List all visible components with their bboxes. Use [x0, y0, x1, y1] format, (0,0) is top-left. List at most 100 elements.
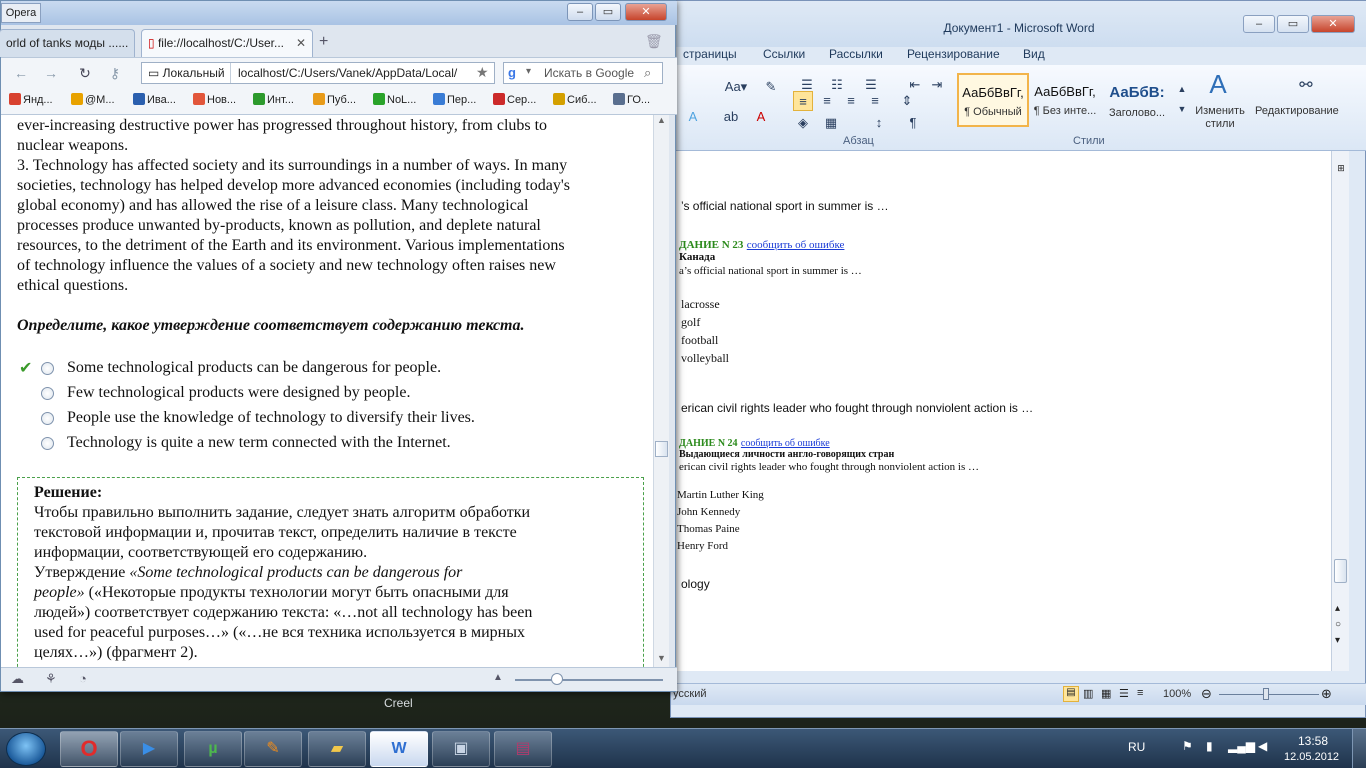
- taskbar-opera-icon[interactable]: O: [60, 731, 118, 767]
- zoom-out-icon[interactable]: ⊖: [1201, 686, 1212, 702]
- google-icon[interactable]: g: [508, 65, 516, 80]
- language-status[interactable]: усский: [673, 688, 706, 700]
- font-color-icon[interactable]: A: [751, 107, 771, 127]
- line-spacing-icon[interactable]: ⇕: [897, 91, 917, 111]
- search-engine-dropdown-icon[interactable]: ▾: [526, 66, 531, 77]
- desktop-icon-label[interactable]: Creel: [384, 696, 413, 710]
- turbo-icon[interactable]: ◔: [79, 671, 87, 686]
- answer-radio-1[interactable]: [41, 362, 54, 375]
- clock-date[interactable]: 12.05.2012: [1284, 751, 1339, 763]
- answer-radio-3[interactable]: [41, 412, 54, 425]
- ribbon-tab-mailings[interactable]: Рассылки: [829, 47, 883, 61]
- align-right-icon[interactable]: ≡: [841, 91, 861, 111]
- word-minimize-button[interactable]: –: [1243, 15, 1275, 33]
- bookmark-item[interactable]: Сер...: [493, 93, 536, 106]
- taskbar-word-icon[interactable]: W: [370, 731, 428, 767]
- change-case-icon[interactable]: Aa▾: [723, 77, 749, 97]
- taskbar-paint-icon[interactable]: ✎: [244, 731, 302, 767]
- outline-icon[interactable]: ☰: [1119, 687, 1129, 700]
- bookmark-item[interactable]: ГО...: [613, 93, 650, 106]
- align-center-icon[interactable]: ≡: [817, 91, 837, 111]
- shading-icon[interactable]: ◈: [793, 113, 813, 133]
- style-heading-1[interactable]: АаБбВ: Заголово...: [1101, 73, 1173, 127]
- forward-icon[interactable]: →: [41, 64, 61, 82]
- start-button[interactable]: [6, 732, 46, 766]
- next-page-icon[interactable]: ▾: [1335, 635, 1340, 646]
- print-layout-icon[interactable]: ▤: [1063, 686, 1079, 702]
- prev-page-icon[interactable]: ▴: [1335, 603, 1340, 614]
- change-styles-button[interactable]: Изменить стили: [1195, 105, 1245, 131]
- reload-icon[interactable]: ↻: [75, 64, 95, 82]
- editing-button[interactable]: Редактирование: [1255, 105, 1339, 117]
- word-vertical-scrollbar[interactable]: ⊞ ▴ ○ ▾: [1331, 151, 1349, 671]
- tray-network-icon[interactable]: ▂▄▆: [1228, 739, 1255, 753]
- change-styles-icon[interactable]: A: [1201, 69, 1235, 99]
- word-maximize-button[interactable]: ▭: [1277, 15, 1309, 33]
- style-no-spacing[interactable]: АаБбВвГг, ¶ Без инте...: [1029, 73, 1101, 127]
- text-effects-icon[interactable]: A: [683, 107, 703, 127]
- browse-object-icon[interactable]: ○: [1335, 619, 1341, 630]
- taskbar-winrar-icon[interactable]: ▤: [494, 731, 552, 767]
- styles-more-icon[interactable]: ▼: [1175, 99, 1189, 119]
- tray-flag-icon[interactable]: ⚑: [1182, 739, 1193, 753]
- zoom-slider-thumb[interactable]: [551, 673, 563, 685]
- bookmark-star-icon[interactable]: ★: [476, 64, 489, 81]
- scroll-down-icon[interactable]: ▼: [657, 653, 666, 663]
- ruler-toggle-icon[interactable]: ⊞: [1335, 163, 1347, 175]
- bookmark-item[interactable]: Нов...: [193, 93, 236, 106]
- key-icon[interactable]: ⚷: [105, 64, 125, 82]
- bookmark-item[interactable]: NoL...: [373, 93, 416, 106]
- zoom-slider-track[interactable]: [515, 679, 663, 681]
- opera-close-button[interactable]: ✕: [625, 3, 667, 21]
- styles-scroll-up-icon[interactable]: ▲: [1175, 79, 1189, 99]
- opera-unite-icon[interactable]: ☁: [11, 671, 24, 687]
- taskbar-utorrent-icon[interactable]: µ: [184, 731, 242, 767]
- ribbon-tab-review[interactable]: Рецензирование: [907, 47, 1000, 61]
- address-field[interactable]: ▭ Локальный localhost/C:/Users/Vanek/App…: [141, 62, 495, 84]
- word-document-page[interactable]: ’s official national sport in summer is …: [671, 151, 1331, 671]
- word-scroll-thumb[interactable]: [1334, 559, 1347, 583]
- tab-close-icon[interactable]: ✕: [296, 30, 306, 56]
- opera-menu-button[interactable]: Opera: [1, 3, 41, 23]
- address-url[interactable]: localhost/C:/Users/Vanek/AppData/Local/: [238, 66, 457, 80]
- view-options-icon[interactable]: ▲: [493, 672, 503, 683]
- borders-icon[interactable]: ▦: [821, 113, 841, 133]
- highlight-icon[interactable]: ab: [721, 107, 741, 127]
- sort-icon[interactable]: ↕: [869, 113, 889, 133]
- ribbon-tab-view[interactable]: Вид: [1023, 47, 1045, 61]
- bookmark-item[interactable]: Ива...: [133, 93, 176, 106]
- search-icon[interactable]: ⌕: [644, 65, 651, 81]
- zoom-slider-thumb[interactable]: [1263, 688, 1269, 700]
- align-left-icon[interactable]: ≡: [793, 91, 813, 111]
- opera-titlebar[interactable]: Opera – ▭ ✕: [1, 1, 677, 25]
- reading-layout-icon[interactable]: ▥: [1083, 687, 1093, 700]
- back-icon[interactable]: ←: [11, 64, 31, 82]
- draft-icon[interactable]: ≡: [1137, 687, 1143, 699]
- word-close-button[interactable]: ✕: [1311, 15, 1355, 33]
- opera-vertical-scrollbar[interactable]: ▲ ▼: [653, 115, 669, 667]
- report-error-link[interactable]: сообщить об ошибке: [747, 239, 845, 251]
- bookmark-item[interactable]: Пуб...: [313, 93, 356, 106]
- zoom-level[interactable]: 100%: [1163, 688, 1191, 700]
- show-desktop-button[interactable]: [1352, 729, 1366, 768]
- ribbon-tab-references[interactable]: Ссылки: [763, 47, 805, 61]
- bookmark-item[interactable]: Инт...: [253, 93, 294, 106]
- opera-maximize-button[interactable]: ▭: [595, 3, 621, 21]
- tab-world-of-tanks[interactable]: orld of tanks моды ......: [0, 29, 135, 57]
- tab-local-file[interactable]: ▯ file://localhost/C:/User... ✕: [141, 29, 313, 57]
- zoom-in-icon[interactable]: ⊕: [1321, 686, 1332, 702]
- answer-option-4[interactable]: Technology is quite a new term connected…: [67, 434, 451, 452]
- ribbon-tab-page-layout[interactable]: страницы: [683, 47, 737, 61]
- opera-minimize-button[interactable]: –: [567, 3, 593, 21]
- new-tab-icon[interactable]: +: [319, 33, 328, 51]
- answer-radio-4[interactable]: [41, 437, 54, 450]
- opera-scroll-thumb[interactable]: [655, 441, 668, 457]
- answer-option-1[interactable]: Some technological products can be dange…: [67, 359, 441, 377]
- zoom-slider-track[interactable]: [1219, 694, 1319, 695]
- search-field[interactable]: g ▾ Искать в Google ⌕: [503, 62, 663, 84]
- taskbar-video-pro-icon[interactable]: ▣: [432, 731, 490, 767]
- taskbar-media-player-icon[interactable]: ▶: [120, 731, 178, 767]
- report-error-link[interactable]: сообщить об ошибке: [741, 438, 830, 449]
- increase-indent-icon[interactable]: ⇥: [927, 75, 947, 95]
- bookmark-item[interactable]: Сиб...: [553, 93, 597, 106]
